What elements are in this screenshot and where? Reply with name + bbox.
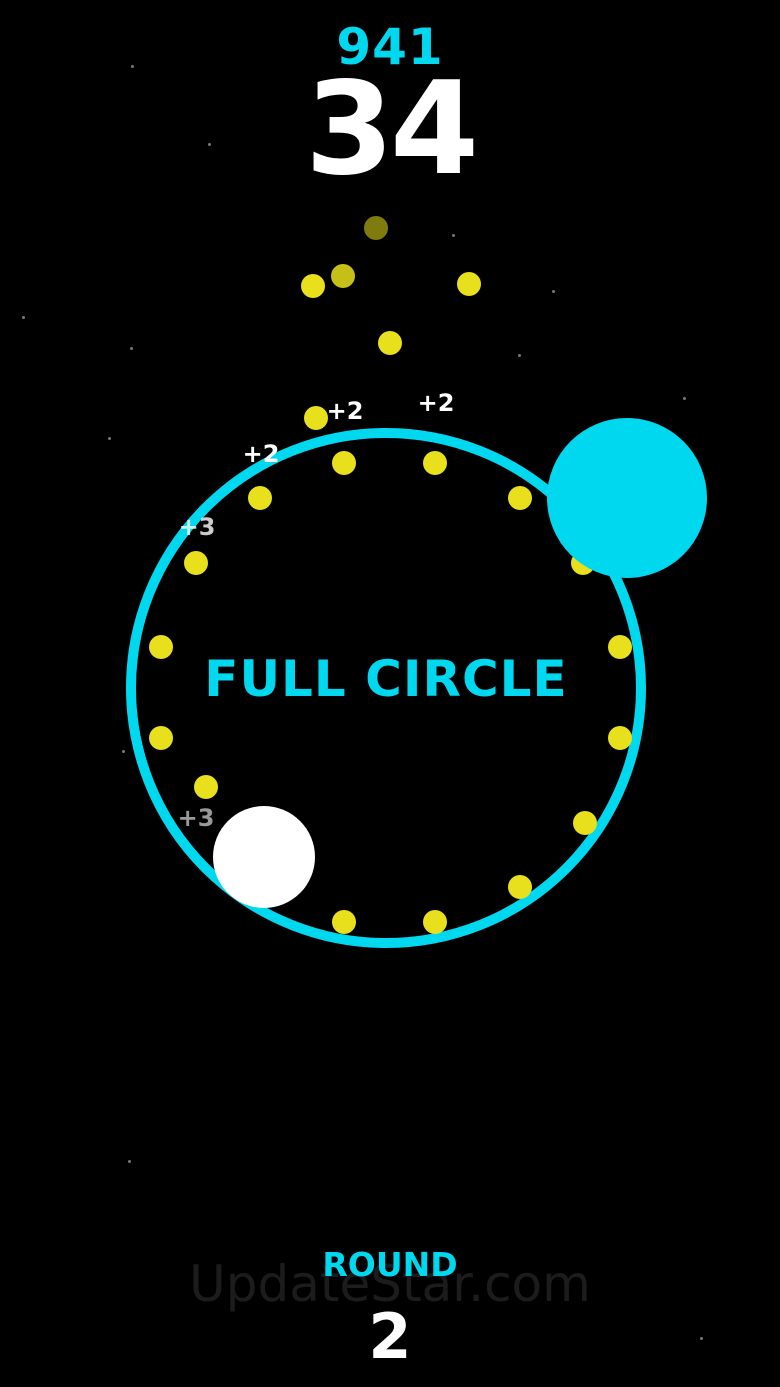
- star: [122, 750, 125, 753]
- current-score: 34: [304, 55, 479, 204]
- coin: [304, 406, 328, 430]
- star: [130, 347, 133, 350]
- coin: [331, 264, 355, 288]
- points-popup: +2: [417, 389, 455, 417]
- star: [452, 234, 455, 237]
- coin: [248, 486, 272, 510]
- coin: [378, 331, 402, 355]
- coin: [457, 272, 481, 296]
- coin: [423, 451, 447, 475]
- coin: [573, 811, 597, 835]
- points-popup: +2: [326, 397, 364, 425]
- star: [552, 290, 555, 293]
- white-player-ball[interactable]: [213, 806, 315, 908]
- points-popup: +2: [242, 440, 280, 468]
- coin: [301, 274, 325, 298]
- coin: [423, 910, 447, 934]
- points-popup: +3: [178, 513, 216, 541]
- coin: [194, 775, 218, 799]
- coin: [364, 216, 388, 240]
- star: [108, 437, 111, 440]
- star: [683, 397, 686, 400]
- points-popup: +3: [177, 804, 215, 832]
- star: [128, 1160, 131, 1163]
- coin: [332, 451, 356, 475]
- coin: [332, 910, 356, 934]
- status-message: FULL CIRCLE: [204, 650, 568, 708]
- cyan-player-ball: [547, 418, 707, 578]
- coin: [508, 486, 532, 510]
- coin: [608, 726, 632, 750]
- round-label: ROUND: [322, 1245, 458, 1284]
- star: [22, 316, 25, 319]
- coin: [149, 726, 173, 750]
- coin: [184, 551, 208, 575]
- star: [518, 354, 521, 357]
- coin: [508, 875, 532, 899]
- round-number: 2: [368, 1300, 412, 1373]
